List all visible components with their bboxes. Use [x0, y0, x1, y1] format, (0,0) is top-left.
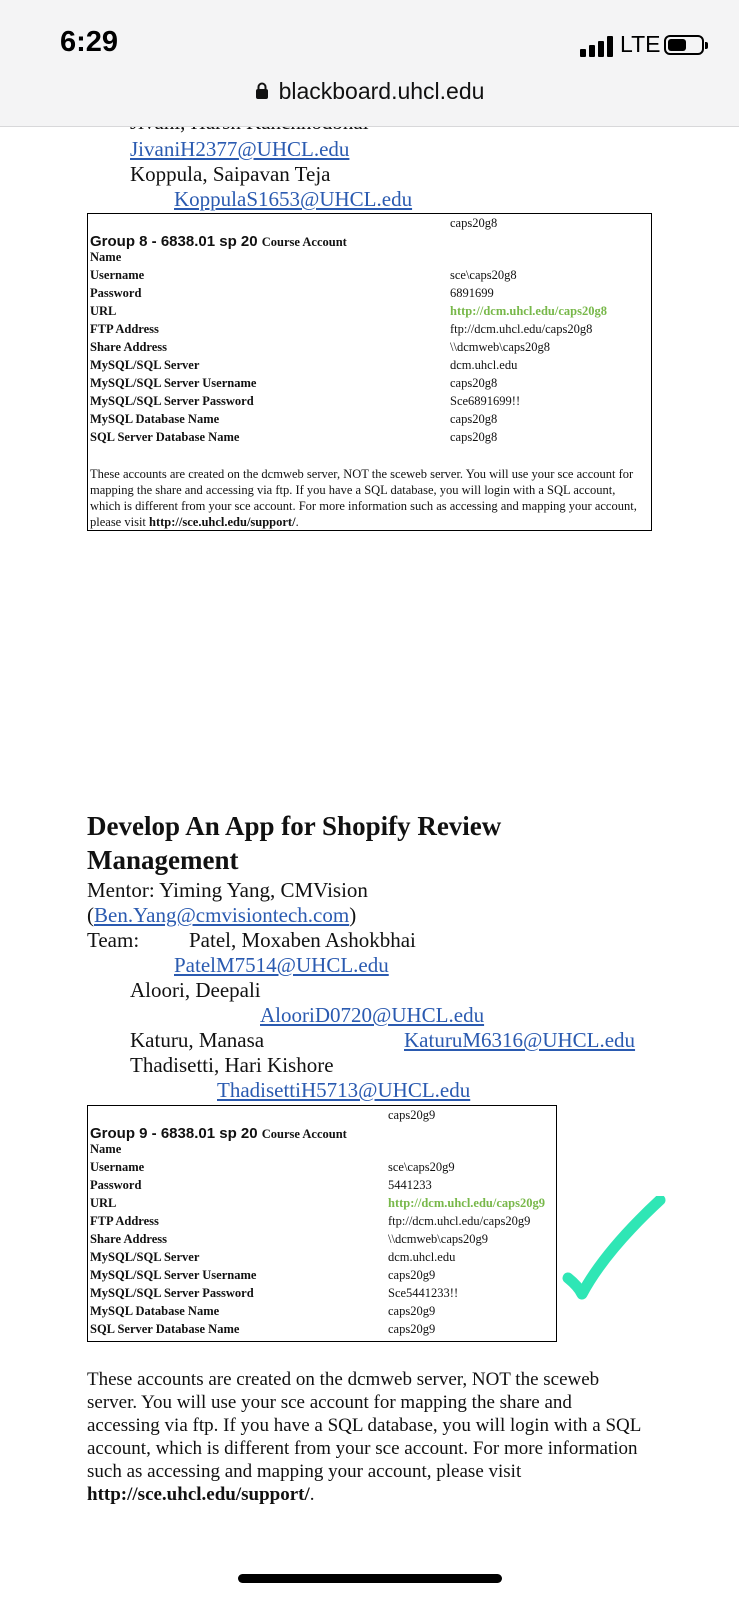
account-field-label: MySQL/SQL Server Password — [90, 1286, 254, 1300]
member-email-link[interactable]: KaturuM6316@UHCL.edu — [404, 1028, 635, 1053]
mentor-email-line: (Ben.Yang@cmvisiontech.com) — [87, 903, 357, 927]
account-field-label: SQL Server Database Name — [90, 430, 240, 444]
account-field-value: dcm.uhcl.edu — [388, 1250, 456, 1264]
member-name: Thadisetti, Hari Kishore — [130, 1053, 334, 1077]
account-field-label: Username — [90, 268, 145, 282]
mentor-email-link[interactable]: Ben.Yang@cmvisiontech.com — [94, 903, 349, 927]
browser-chrome: 6:29 LTE blackboard.uhcl.edu — [0, 0, 739, 127]
account-field-value: caps20g9 — [388, 1268, 436, 1282]
team-label: Team: — [87, 928, 140, 952]
account-note: These accounts are created on the dcmweb… — [87, 1369, 641, 1505]
home-indicator[interactable] — [238, 1574, 502, 1583]
account-field-value: caps20g8 — [450, 412, 498, 426]
network-label: LTE — [620, 31, 661, 57]
account-field-label: MySQL/SQL Server Username — [90, 376, 257, 390]
account-note: These accounts are created on the dcmweb… — [90, 467, 637, 529]
battery-icon — [664, 35, 708, 55]
member-email-link[interactable]: ThadisettiH5713@UHCL.edu — [217, 1078, 470, 1103]
account-field-label: MySQL Database Name — [90, 412, 220, 426]
member-email-link[interactable]: KoppulaS1653@UHCL.edu — [174, 187, 412, 212]
account-field-label: FTP Address — [90, 322, 159, 336]
account-field-label: Password — [90, 1178, 142, 1192]
account-field-value: \\dcmweb\caps20g9 — [388, 1232, 488, 1246]
account-field-value: caps20g9 — [388, 1304, 436, 1318]
account-url-link[interactable]: http://dcm.uhcl.edu/caps20g8 — [450, 304, 607, 319]
account-field-value: \\dcmweb\caps20g8 — [450, 340, 550, 354]
account-table-group8: caps20g8 Group 8 - 6838.01 sp 20 Course … — [87, 213, 652, 531]
group-label: Group 8 - 6838.01 sp 20 Course Account — [90, 233, 347, 250]
checkmark-icon — [560, 1194, 670, 1311]
account-field-label: URL — [90, 304, 117, 318]
account-field-label: MySQL/SQL Server — [90, 358, 200, 372]
account-field-label: Share Address — [90, 340, 167, 354]
account-field-label: MySQL/SQL Server — [90, 1250, 200, 1264]
address-bar[interactable]: blackboard.uhcl.edu — [0, 78, 739, 106]
member-name: Patel, Moxaben Ashokbhai — [189, 928, 416, 952]
account-field-value: 6891699 — [450, 286, 494, 300]
account-field-label: MySQL/SQL Server Password — [90, 394, 254, 408]
account-field-label: MySQL Database Name — [90, 1304, 220, 1318]
account-field-value: Sce5441233!! — [388, 1286, 459, 1300]
account-field-value: dcm.uhcl.edu — [450, 358, 518, 372]
member-email-link[interactable]: AlooriD0720@UHCL.edu — [260, 1003, 484, 1028]
member-name: Katuru, Manasa — [130, 1028, 265, 1052]
account-field-value: caps20g8 — [450, 376, 498, 390]
account-field-label: Share Address — [90, 1232, 167, 1246]
account-field-value: ftp://dcm.uhcl.edu/caps20g9 — [388, 1214, 531, 1228]
account-field-value: caps20g9 — [388, 1322, 436, 1336]
name-label: Name — [90, 250, 122, 264]
account-field-value: Sce6891699!! — [450, 394, 521, 408]
account-field-label: Password — [90, 286, 142, 300]
account-name-value: caps20g8 — [450, 216, 498, 230]
account-field-value: ftp://dcm.uhcl.edu/caps20g8 — [450, 322, 593, 336]
account-name-value: caps20g9 — [388, 1108, 436, 1122]
signal-icon — [580, 35, 620, 57]
account-field-value: 5441233 — [388, 1178, 432, 1192]
name-label: Name — [90, 1142, 122, 1156]
status-time: 6:29 — [60, 26, 119, 58]
url-text: blackboard.uhcl.edu — [278, 78, 485, 104]
account-field-label: Username — [90, 1160, 145, 1174]
account-url-link[interactable]: http://dcm.uhcl.edu/caps20g9 — [388, 1196, 545, 1211]
group-label: Group 9 - 6838.01 sp 20 Course Account — [90, 1125, 347, 1142]
mentor-line: Mentor: Yiming Yang, CMVision — [87, 878, 368, 902]
account-field-value: sce\caps20g9 — [388, 1160, 455, 1174]
member-email-link[interactable]: JivaniH2377@UHCL.edu — [130, 137, 349, 162]
member-email-link[interactable]: PatelM7514@UHCL.edu — [174, 953, 389, 978]
account-table-group9: caps20g9 Group 9 - 6838.01 sp 20 Course … — [87, 1105, 557, 1342]
member-name: Aloori, Deepali — [130, 978, 261, 1002]
account-field-label: URL — [90, 1196, 117, 1210]
account-field-value: sce\caps20g8 — [450, 268, 517, 282]
account-field-label: FTP Address — [90, 1214, 159, 1228]
lock-icon — [255, 79, 269, 106]
account-field-label: SQL Server Database Name — [90, 1322, 240, 1336]
project-title: Develop An App for Shopify Review Manage… — [87, 811, 502, 875]
account-field-label: MySQL/SQL Server Username — [90, 1268, 257, 1282]
member-name: Koppula, Saipavan Teja — [130, 162, 331, 186]
account-field-value: caps20g8 — [450, 430, 498, 444]
